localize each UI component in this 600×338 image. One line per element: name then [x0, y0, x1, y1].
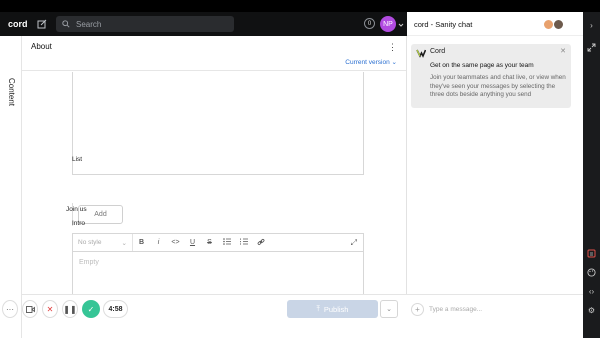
search-placeholder: Search	[76, 19, 102, 29]
more-options-icon[interactable]: ⋮	[388, 42, 397, 53]
gear-icon[interactable]: ⚙	[586, 305, 597, 316]
chat-header: cord - Sanity chat	[407, 12, 583, 36]
section-label-join-us: Join us	[66, 206, 87, 213]
bullet-list-icon[interactable]	[218, 238, 235, 247]
chevron-right-icon[interactable]: ›	[586, 20, 597, 31]
chevron-down-icon: ⌄	[391, 59, 397, 66]
numbered-list-icon[interactable]	[235, 238, 252, 247]
code-icon[interactable]: ‹›	[586, 286, 597, 297]
publish-menu-button[interactable]: ⌄	[380, 300, 398, 318]
intro-label: Intro	[72, 220, 86, 227]
bold-button[interactable]: B	[133, 239, 150, 246]
rich-text-toolbar: No style ⌄ B i <> U S ⤢	[72, 233, 364, 252]
text-field-box[interactable]	[72, 72, 364, 175]
version-selector[interactable]: Current version ⌄	[345, 58, 397, 66]
list-label: List	[72, 156, 83, 163]
cord-app-icon[interactable]	[586, 248, 597, 259]
search-input[interactable]: Search	[56, 16, 234, 32]
screen-letterbox	[0, 0, 600, 12]
palette-icon[interactable]	[586, 267, 597, 278]
content-sidebar: Content	[0, 36, 22, 338]
intro-editor-body[interactable]: Empty	[72, 252, 364, 296]
italic-button[interactable]: i	[150, 239, 167, 246]
publish-label: Publish	[323, 304, 349, 314]
document-title: About	[31, 42, 52, 51]
card-sender: Cord	[430, 48, 446, 55]
cord-logo-icon	[416, 49, 426, 58]
camera-icon[interactable]	[22, 300, 38, 318]
pause-recording-button[interactable]: ❚❚	[62, 300, 78, 318]
chevron-down-icon[interactable]	[398, 22, 404, 28]
tab-content[interactable]: Content	[7, 78, 16, 106]
strikethrough-button[interactable]: S	[201, 239, 218, 246]
add-attachment-icon[interactable]: +	[411, 303, 424, 316]
message-input[interactable]: Type a message...	[429, 306, 482, 313]
welcome-card: Cord ✕ Get on the same page as your team…	[411, 44, 571, 108]
participant-avatar[interactable]	[553, 19, 564, 30]
document-editor: About ⋮ Current version ⌄ List Add Join …	[22, 36, 407, 338]
finish-recording-button[interactable]: ✓	[82, 300, 100, 318]
close-icon[interactable]: ✕	[560, 47, 566, 55]
right-tool-rail: › ‹› ⚙	[583, 12, 600, 338]
notification-count-badge[interactable]: 0	[364, 18, 375, 29]
expand-icon[interactable]: ⤢	[351, 238, 357, 248]
header-divider	[22, 70, 406, 71]
app-window: cord Search 0 NP Content About ⋮ Current…	[0, 0, 600, 338]
code-button[interactable]: <>	[167, 239, 184, 246]
user-avatar[interactable]: NP	[380, 16, 396, 32]
card-heading: Get on the same page as your team	[430, 62, 534, 69]
card-body: Join your teammates and chat live, or vi…	[430, 74, 566, 99]
editor-placeholder: Empty	[79, 259, 99, 266]
message-composer[interactable]: + Type a message...	[407, 294, 583, 324]
recording-timer: 4:58	[103, 300, 128, 318]
top-navigation-bar: cord Search	[0, 12, 407, 36]
underline-button[interactable]: U	[184, 239, 201, 246]
chat-title: cord - Sanity chat	[414, 20, 473, 29]
publish-icon: ⤒	[316, 304, 320, 313]
brand-logo[interactable]: cord	[8, 19, 32, 29]
version-label: Current version	[345, 59, 390, 66]
collapse-icon[interactable]	[586, 42, 597, 53]
style-select-value: No style	[78, 239, 102, 246]
chat-panel: cord - Sanity chat Cord ✕ Get on the sam…	[407, 12, 583, 338]
recorder-more-button[interactable]: ···	[2, 300, 18, 318]
style-select[interactable]: No style ⌄	[73, 234, 133, 251]
document-action-bar: ⤒ Publish ⌄	[22, 294, 407, 338]
discard-recording-button[interactable]: ✕	[42, 300, 58, 318]
search-icon	[62, 20, 70, 28]
compose-icon[interactable]	[36, 18, 48, 30]
chevron-down-icon: ⌄	[121, 239, 127, 247]
publish-button[interactable]: ⤒ Publish	[287, 300, 378, 318]
link-icon[interactable]	[252, 238, 269, 248]
